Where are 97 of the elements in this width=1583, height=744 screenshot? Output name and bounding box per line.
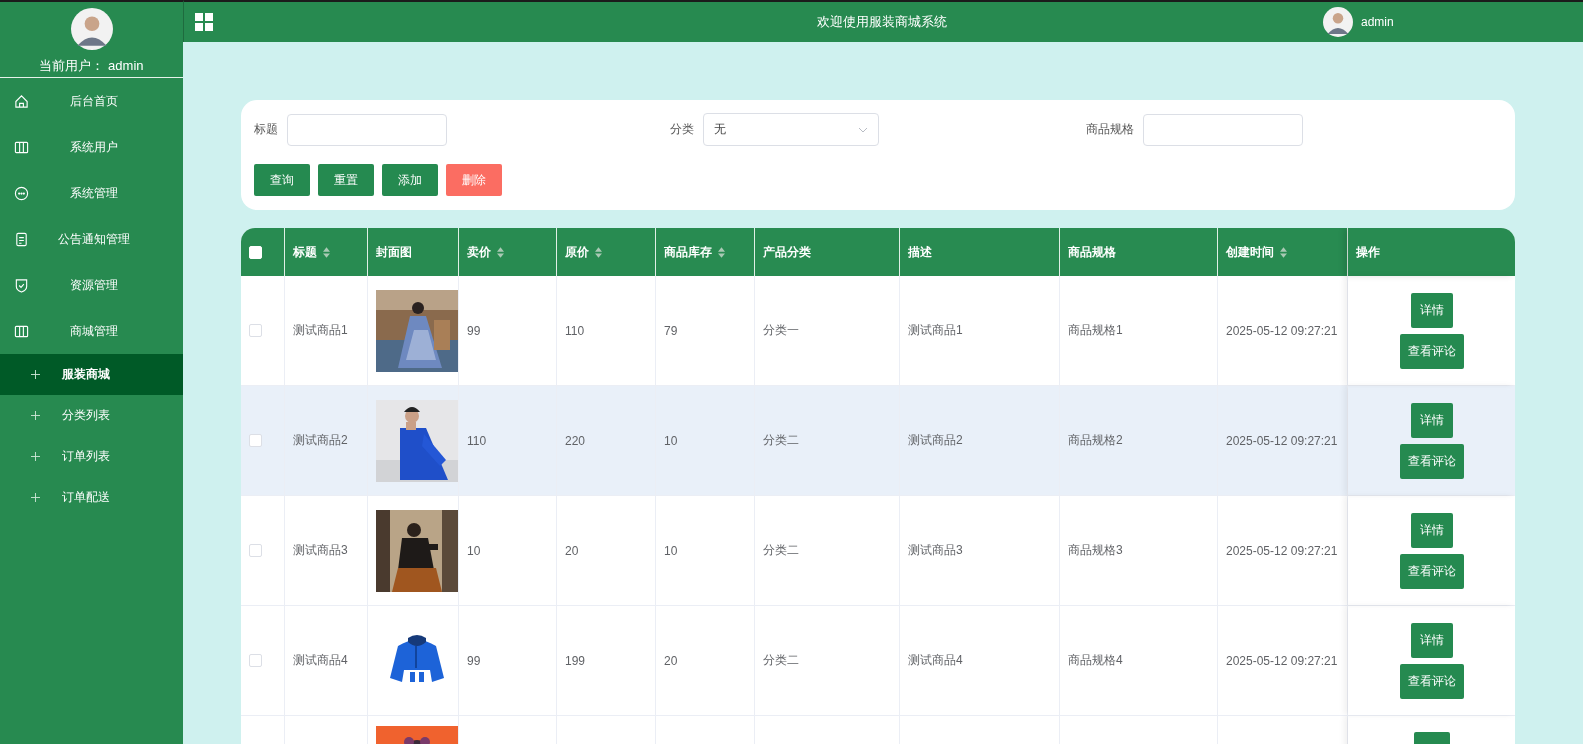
current-user-label: 当前用户： admin	[39, 57, 144, 75]
table-cell: 2025-05-12 09:27:21	[1226, 543, 1338, 558]
table-cell: 10	[664, 543, 678, 558]
menu-item[interactable]: 系统用户	[0, 124, 183, 170]
home-icon	[14, 93, 29, 109]
chevron-down-icon	[858, 126, 868, 133]
table-cell: 99	[467, 323, 481, 338]
sort-icon[interactable]	[1280, 246, 1287, 258]
table-cell: 商品规格2	[1068, 432, 1123, 449]
table-cell: 测试商品4	[293, 652, 348, 669]
select-all-checkbox[interactable]	[249, 245, 262, 259]
view-comments-button[interactable]: 查看评论	[1399, 443, 1464, 479]
table-cell: 测试商品2	[908, 432, 963, 449]
table-cell: 测试商品3	[293, 542, 348, 559]
menu-item[interactable]: 后台首页	[0, 78, 183, 124]
table-cell: 20	[664, 653, 678, 668]
category-select[interactable]: 无	[703, 113, 879, 146]
column-header: 描述	[908, 243, 932, 261]
table-cell: 商品规格3	[1068, 542, 1123, 559]
table-cell: 分类二	[763, 652, 799, 669]
table-cell: 10	[467, 543, 481, 558]
columns-icon	[14, 139, 29, 155]
table-cell: 199	[565, 653, 586, 668]
row-checkbox[interactable]	[249, 654, 262, 667]
column-header: 封面图	[376, 243, 412, 261]
row-checkbox[interactable]	[249, 324, 262, 337]
document-icon	[14, 231, 29, 247]
plus-icon	[31, 411, 40, 420]
avatar-icon	[70, 8, 113, 50]
sort-icon[interactable]	[497, 246, 504, 258]
detail-button[interactable]: 详情	[1410, 512, 1453, 548]
avatar-icon[interactable]	[1323, 7, 1353, 37]
view-comments-button[interactable]: 查看评论	[1399, 663, 1464, 699]
table-cell: 220	[565, 433, 586, 448]
input-field[interactable]	[1143, 113, 1303, 146]
column-header: 标题	[293, 243, 317, 261]
submenu-item[interactable]: 订单列表	[0, 436, 183, 477]
table-cell: 分类一	[763, 322, 799, 339]
table-cell: 110	[467, 433, 487, 448]
action-button[interactable]: 删除	[446, 164, 502, 196]
menu-item[interactable]: 商城管理	[0, 308, 183, 354]
table-cell: 测试商品2	[293, 432, 348, 449]
field-label: 标题	[254, 121, 278, 138]
grid-menu-icon[interactable]	[195, 13, 213, 31]
table-cell: 测试商品1	[908, 322, 963, 339]
detail-button[interactable]: 详情	[1410, 402, 1453, 438]
submenu-item[interactable]: 订单配送	[0, 477, 183, 518]
table-cell: 分类二	[763, 542, 799, 559]
column-header: 卖价	[467, 243, 491, 261]
submenu-item[interactable]: 分类列表	[0, 395, 183, 436]
table-cell: 商品规格4	[1068, 652, 1123, 669]
column-header: 产品分类	[763, 243, 811, 261]
menu-item[interactable]: 资源管理	[0, 262, 183, 308]
detail-button[interactable]: 详情	[1410, 622, 1453, 658]
table-cell: 99	[467, 653, 481, 668]
detail-button[interactable]: 详情	[1410, 292, 1453, 328]
menu-item[interactable]: 公告通知管理	[0, 216, 183, 262]
plus-icon	[31, 493, 40, 502]
user-name: admin	[1361, 15, 1394, 29]
table-cell: 20	[565, 543, 579, 558]
column-header: 商品库存	[664, 243, 712, 261]
action-button[interactable]: 重置	[318, 164, 374, 196]
action-button[interactable]: 添加	[382, 164, 438, 196]
field-label: 分类	[670, 121, 694, 138]
sort-icon[interactable]	[718, 246, 725, 258]
shield-icon	[14, 277, 29, 293]
table-cell: 测试商品3	[908, 542, 963, 559]
table-cell: 测试商品4	[908, 652, 963, 669]
field-label: 商品规格	[1086, 121, 1134, 138]
table-cell: 79	[664, 323, 678, 338]
chat-icon	[14, 185, 29, 201]
column-header: 商品规格	[1068, 243, 1116, 261]
plus-icon	[31, 370, 40, 379]
view-comments-button[interactable]: 查看评论	[1399, 553, 1464, 589]
view-comments-button[interactable]: 查看评论	[1399, 333, 1464, 369]
columns-icon	[14, 323, 29, 339]
submenu-item[interactable]: 服装商城	[0, 354, 183, 395]
page-title: 欢迎使用服装商城系统	[817, 13, 947, 31]
sort-icon[interactable]	[323, 246, 330, 258]
table-cell: 分类二	[763, 432, 799, 449]
table-cell: 2025-05-12 09:27:21	[1226, 653, 1338, 668]
sort-icon[interactable]	[595, 246, 602, 258]
row-checkbox[interactable]	[249, 434, 262, 447]
plus-icon	[31, 452, 40, 461]
column-header: 操作	[1356, 243, 1380, 261]
table-cell: 2025-05-12 09:27:21	[1226, 323, 1338, 338]
table-cell: 2025-05-12 09:27:21	[1226, 433, 1338, 448]
action-button[interactable]: 查询	[254, 164, 310, 196]
column-header: 创建时间	[1226, 243, 1274, 261]
table-cell: 10	[664, 433, 678, 448]
table-cell: 110	[565, 323, 585, 338]
table-cell: 商品规格1	[1068, 322, 1123, 339]
row-checkbox[interactable]	[249, 544, 262, 557]
menu-item[interactable]: 系统管理	[0, 170, 183, 216]
table-cell: 测试商品1	[293, 322, 348, 339]
input-field[interactable]	[287, 113, 447, 146]
column-header: 原价	[565, 243, 589, 261]
